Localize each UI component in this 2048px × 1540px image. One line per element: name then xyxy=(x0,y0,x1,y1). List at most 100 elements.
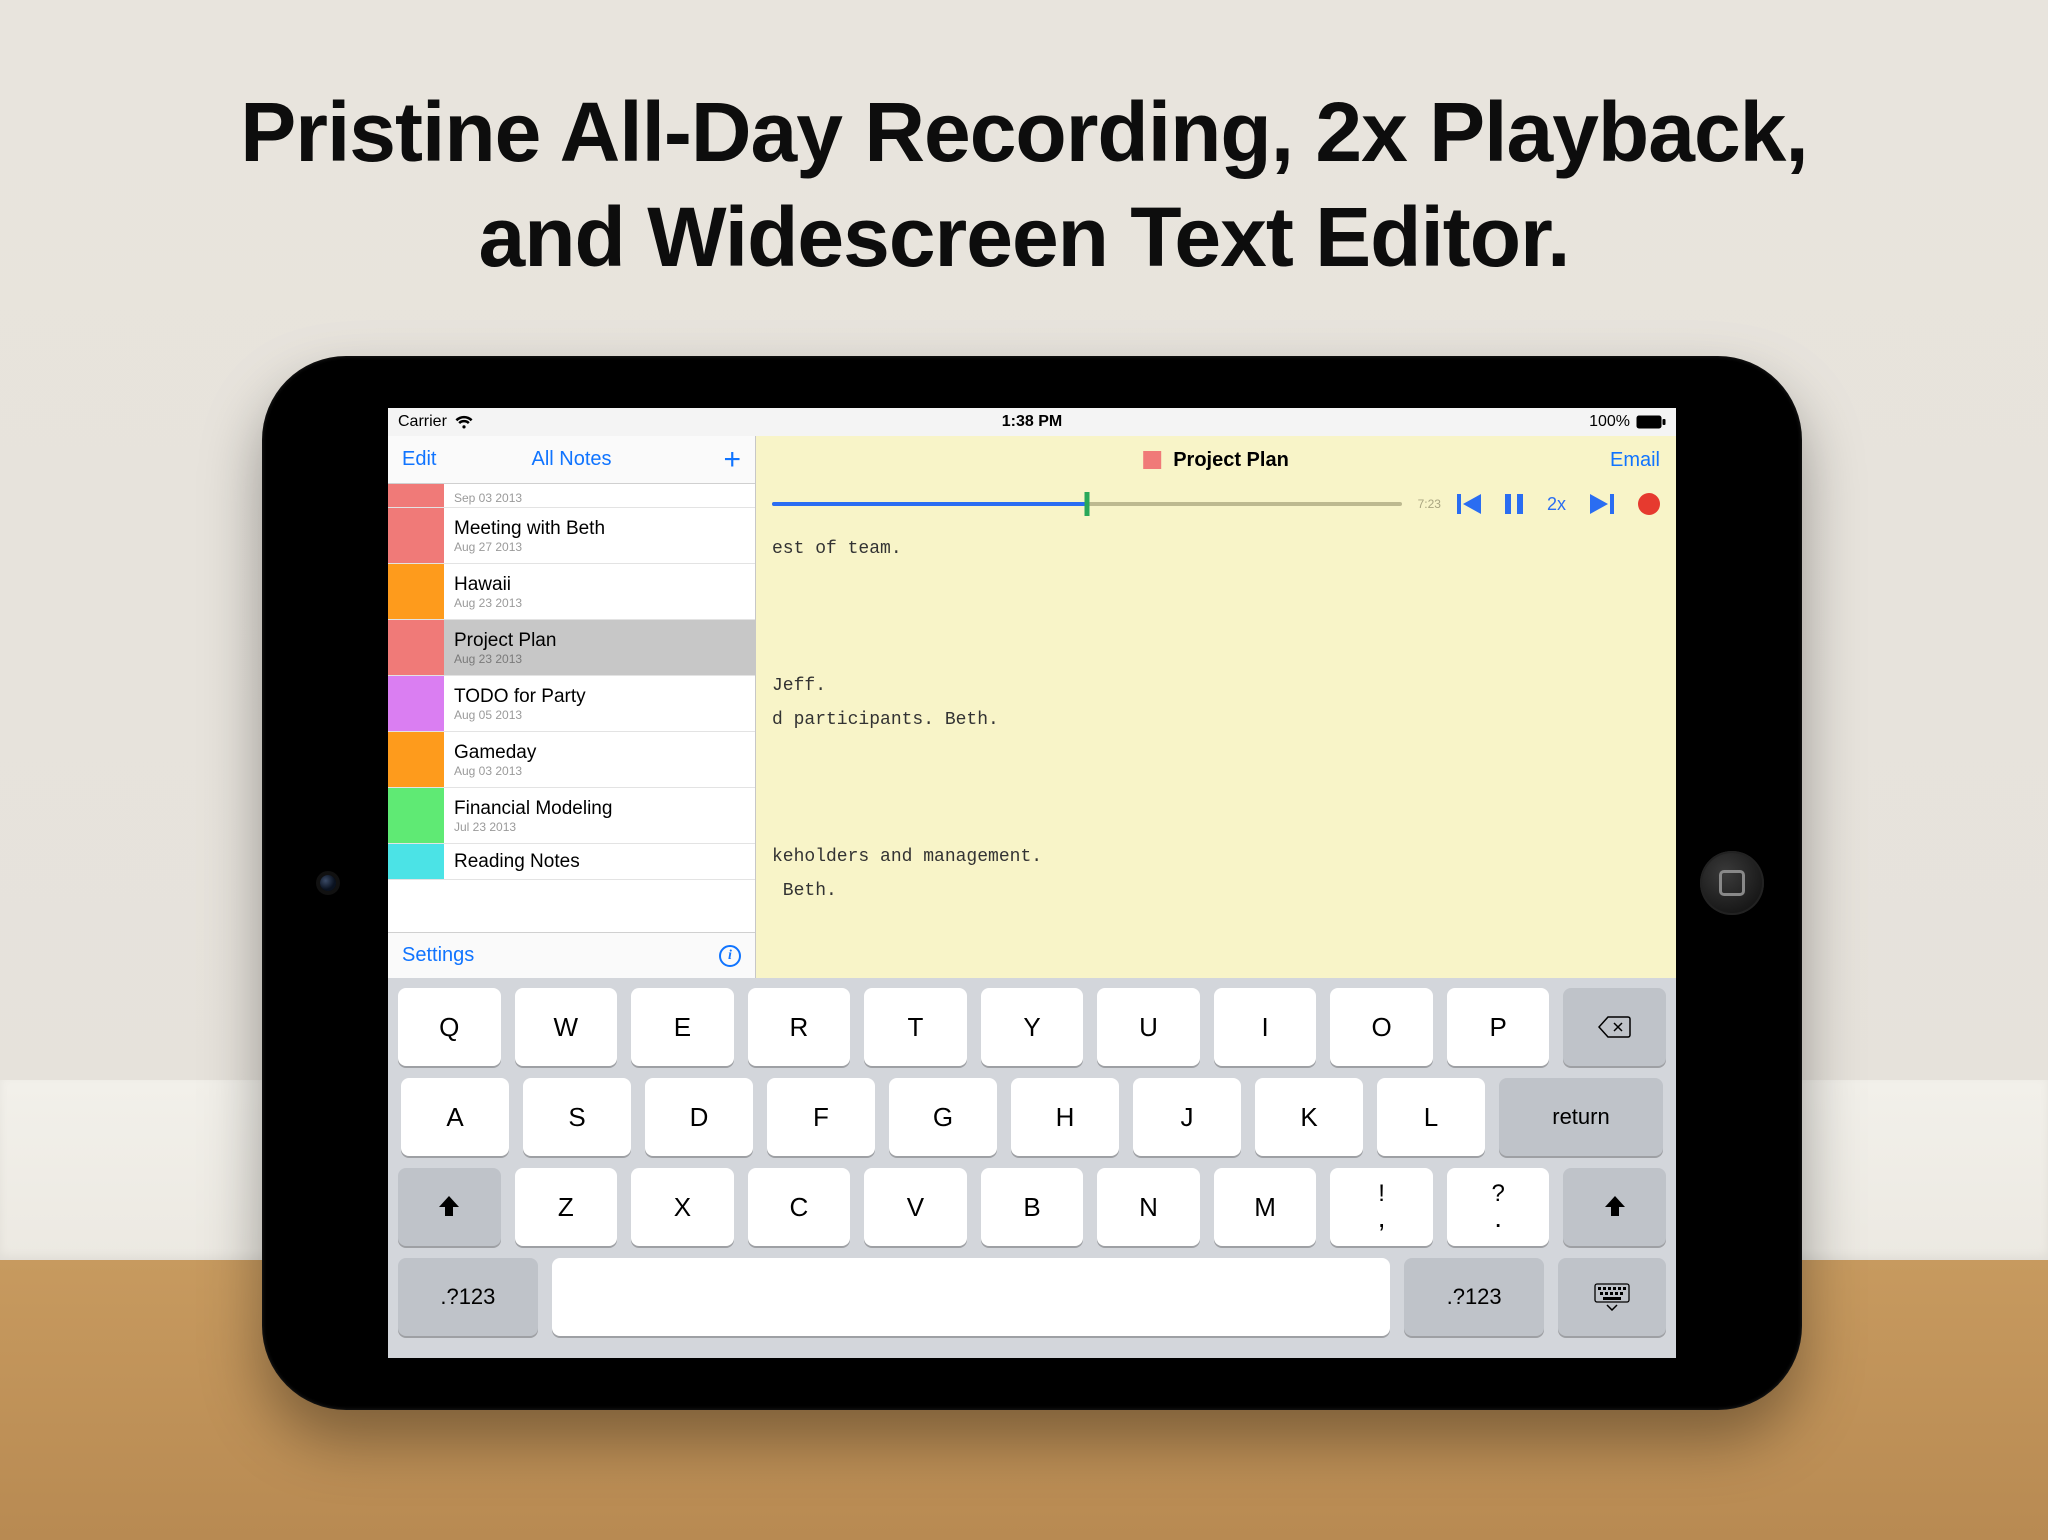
note-item-swatch xyxy=(388,508,444,563)
note-item[interactable]: TODO for PartyAug 05 2013 xyxy=(388,676,755,732)
add-note-button[interactable]: + xyxy=(723,445,741,475)
note-item-title: Gameday xyxy=(454,742,536,764)
space-key[interactable] xyxy=(552,1258,1391,1336)
note-item-title: Financial Modeling xyxy=(454,798,612,820)
note-title[interactable]: Project Plan xyxy=(1143,449,1289,472)
key[interactable]: Q xyxy=(398,988,501,1066)
note-item-swatch xyxy=(388,676,444,731)
status-bar: Carrier 1:38 PM 100% xyxy=(388,408,1676,436)
note-item-swatch xyxy=(388,844,444,879)
key[interactable]: !, xyxy=(1330,1168,1433,1246)
key[interactable]: N xyxy=(1097,1168,1200,1246)
key[interactable]: F xyxy=(767,1078,875,1156)
note-item-title: Project Plan xyxy=(454,630,556,652)
playback-bar: 7:23 2x xyxy=(756,484,1676,524)
ipad-device: Carrier 1:38 PM 100% Edit All Notes xyxy=(262,356,1802,1410)
key[interactable]: V xyxy=(864,1168,967,1246)
pause-icon[interactable] xyxy=(1505,494,1523,514)
key[interactable]: E xyxy=(631,988,734,1066)
battery-text: 100% xyxy=(1589,413,1630,431)
note-item[interactable]: Meeting with BethAug 27 2013 xyxy=(388,508,755,564)
edit-button[interactable]: Edit xyxy=(402,448,436,471)
note-item-date: Sep 03 2013 xyxy=(454,491,522,505)
key[interactable]: H xyxy=(1011,1078,1119,1156)
key[interactable]: U xyxy=(1097,988,1200,1066)
note-item-date: Aug 27 2013 xyxy=(454,540,605,554)
key[interactable]: Z xyxy=(515,1168,618,1246)
key[interactable]: I xyxy=(1214,988,1317,1066)
key[interactable]: T xyxy=(864,988,967,1066)
info-icon[interactable]: i xyxy=(719,945,741,967)
note-body[interactable]: est of team. Jeff. d participants. Beth.… xyxy=(756,524,1676,978)
key[interactable]: W xyxy=(515,988,618,1066)
battery-icon xyxy=(1636,415,1666,429)
note-item[interactable]: GamedayAug 03 2013 xyxy=(388,732,755,788)
home-button[interactable] xyxy=(1700,851,1764,915)
note-item-date: Aug 23 2013 xyxy=(454,652,556,666)
sidebar-title[interactable]: All Notes xyxy=(531,448,611,471)
key[interactable]: M xyxy=(1214,1168,1317,1246)
headline-line-1: Pristine All-Day Recording, 2x Playback, xyxy=(0,80,2048,185)
camera-icon xyxy=(320,875,336,891)
marketing-headline: Pristine All-Day Recording, 2x Playback,… xyxy=(0,80,2048,290)
key[interactable]: Y xyxy=(981,988,1084,1066)
note-item[interactable]: Reading Notes xyxy=(388,844,755,880)
dismiss-keyboard-key[interactable] xyxy=(1558,1258,1666,1336)
skip-back-icon[interactable] xyxy=(1457,494,1481,514)
key[interactable]: S xyxy=(523,1078,631,1156)
shift-key[interactable] xyxy=(1563,1168,1666,1246)
record-button[interactable] xyxy=(1638,493,1660,515)
note-item-swatch xyxy=(388,732,444,787)
carrier-label: Carrier xyxy=(398,413,447,431)
key[interactable]: O xyxy=(1330,988,1433,1066)
return-key[interactable]: return xyxy=(1499,1078,1663,1156)
sidebar: Edit All Notes + Sep 03 2013 Meeting with… xyxy=(388,436,756,978)
note-item-title: TODO for Party xyxy=(454,686,586,708)
key[interactable]: A xyxy=(401,1078,509,1156)
key[interactable]: C xyxy=(748,1168,851,1246)
note-item-swatch xyxy=(388,564,444,619)
key[interactable]: G xyxy=(889,1078,997,1156)
note-title-text: Project Plan xyxy=(1173,449,1289,472)
headline-line-2: and Widescreen Text Editor. xyxy=(0,185,2048,290)
key[interactable]: D xyxy=(645,1078,753,1156)
note-item-title: Reading Notes xyxy=(454,851,580,873)
key[interactable]: B xyxy=(981,1168,1084,1246)
note-item[interactable]: Sep 03 2013 xyxy=(388,484,755,508)
backspace-key[interactable] xyxy=(1563,988,1666,1066)
note-item-date: Aug 05 2013 xyxy=(454,708,586,722)
note-list[interactable]: Sep 03 2013Meeting with BethAug 27 2013H… xyxy=(388,484,755,932)
note-item-title: Hawaii xyxy=(454,574,522,596)
key[interactable]: L xyxy=(1377,1078,1485,1156)
key[interactable]: J xyxy=(1133,1078,1241,1156)
symbols-key[interactable]: .?123 xyxy=(1404,1258,1544,1336)
note-item-swatch xyxy=(388,788,444,843)
playback-track[interactable] xyxy=(772,493,1402,515)
key[interactable]: ?. xyxy=(1447,1168,1550,1246)
note-item-swatch xyxy=(388,620,444,675)
playback-timestamp: 7:23 xyxy=(1418,497,1441,511)
shift-key[interactable] xyxy=(398,1168,501,1246)
playback-speed[interactable]: 2x xyxy=(1547,494,1566,515)
clock: 1:38 PM xyxy=(1002,413,1062,431)
settings-button[interactable]: Settings xyxy=(402,944,474,967)
note-item[interactable]: Financial ModelingJul 23 2013 xyxy=(388,788,755,844)
note-item-date: Aug 23 2013 xyxy=(454,596,522,610)
email-button[interactable]: Email xyxy=(1610,449,1660,472)
key[interactable]: K xyxy=(1255,1078,1363,1156)
note-item-date: Aug 03 2013 xyxy=(454,764,536,778)
key[interactable]: R xyxy=(748,988,851,1066)
key[interactable]: X xyxy=(631,1168,734,1246)
note-item[interactable]: Project PlanAug 23 2013 xyxy=(388,620,755,676)
note-item[interactable]: HawaiiAug 23 2013 xyxy=(388,564,755,620)
note-item-swatch xyxy=(388,484,444,507)
wifi-icon xyxy=(455,415,473,429)
symbols-key[interactable]: .?123 xyxy=(398,1258,538,1336)
note-item-title: Meeting with Beth xyxy=(454,518,605,540)
keyboard: QWERTYUIOP ASDFGHJKLreturn ZXCVBNM!,?. .… xyxy=(388,978,1676,1358)
key[interactable]: P xyxy=(1447,988,1550,1066)
skip-forward-icon[interactable] xyxy=(1590,494,1614,514)
editor: Project Plan Email 7:23 xyxy=(756,436,1676,978)
note-color-swatch xyxy=(1143,451,1161,469)
screen: Carrier 1:38 PM 100% Edit All Notes xyxy=(388,408,1676,1358)
